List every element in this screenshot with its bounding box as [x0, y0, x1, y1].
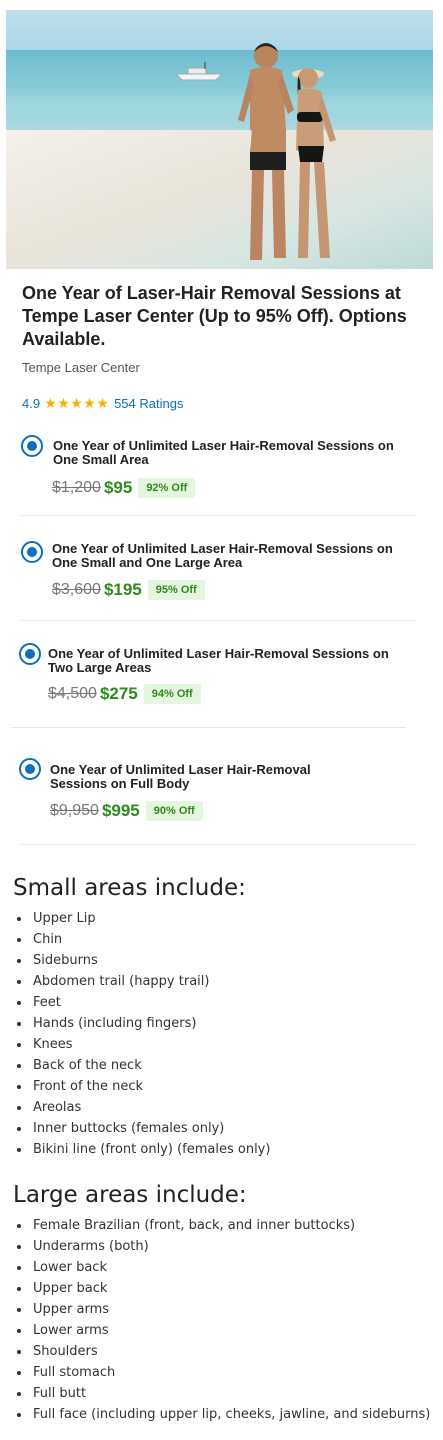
discount-badge: 95% Off: [147, 580, 205, 600]
deal-image: [6, 10, 433, 269]
deal-title: One Year of Laser-Hair Removal Sessions …: [22, 283, 407, 349]
list-item: Knees: [14, 1034, 270, 1055]
list-item: Front of the neck: [14, 1076, 270, 1097]
list-item: Back of the neck: [14, 1055, 270, 1076]
option-divider: [21, 844, 416, 845]
list-item: Full butt: [14, 1383, 430, 1404]
star-icon: ★: [70, 395, 83, 411]
option-title: One Year of Unlimited Laser Hair-Removal…: [52, 541, 393, 570]
discount-badge: 94% Off: [143, 684, 201, 704]
option-radio[interactable]: [19, 758, 41, 780]
deal-price: $95: [103, 478, 133, 497]
list-item: Upper Lip: [14, 908, 270, 929]
small-areas-heading: Small areas include:: [13, 875, 246, 901]
option-divider: [11, 727, 406, 728]
rating-stars: ★ ★ ★ ★ ★: [44, 396, 109, 410]
original-price: $1,200: [52, 479, 101, 496]
list-item: Areolas: [14, 1097, 270, 1118]
list-item: Upper back: [14, 1278, 430, 1299]
list-item: Upper arms: [14, 1299, 430, 1320]
star-icon: ★: [44, 395, 57, 411]
option-price-row: $4,500 $275 94% Off: [48, 683, 201, 705]
list-item: Feet: [14, 992, 270, 1013]
large-areas-list: Female Brazilian (front, back, and inner…: [14, 1215, 430, 1425]
list-item: Lower arms: [14, 1320, 430, 1341]
option-title: One Year of Unlimited Laser Hair-Removal…: [53, 438, 394, 467]
merchant-name[interactable]: Tempe Laser Center: [22, 360, 140, 375]
list-item: Full stomach: [14, 1362, 430, 1383]
original-price: $3,600: [52, 581, 101, 598]
option-radio[interactable]: [21, 541, 43, 563]
sand-background: [6, 130, 433, 269]
list-item: Inner buttocks (females only): [14, 1118, 270, 1139]
rating-row[interactable]: 4.9 ★ ★ ★ ★ ★ 554 Ratings: [22, 395, 183, 411]
option-radio[interactable]: [19, 643, 41, 665]
option-divider: [21, 620, 416, 621]
deal-price: $195: [103, 580, 142, 599]
star-icon: ★: [57, 395, 70, 411]
list-item: Full face (including upper lip, cheeks, …: [14, 1404, 430, 1425]
option-radio[interactable]: [21, 435, 43, 457]
option-title: One Year of Unlimited Laser Hair-Removal…: [48, 646, 389, 675]
option-title: One Year of Unlimited Laser Hair-Removal…: [50, 762, 311, 791]
original-price: $9,950: [50, 802, 99, 819]
option-price-row: $3,600 $195 95% Off: [52, 579, 205, 601]
list-item: Underarms (both): [14, 1236, 430, 1257]
small-areas-list: Upper Lip Chin Sideburns Abdomen trail (…: [14, 908, 270, 1160]
option-divider: [21, 515, 416, 516]
large-areas-heading: Large areas include:: [13, 1182, 247, 1208]
couple-figure-icon: [238, 43, 336, 260]
discount-badge: 90% Off: [145, 801, 203, 821]
original-price: $4,500: [48, 685, 97, 702]
boat-icon: [174, 62, 224, 81]
list-item: Abdomen trail (happy trail): [14, 971, 270, 992]
list-item: Chin: [14, 929, 270, 950]
deal-price: $275: [99, 684, 138, 703]
list-item: Bikini line (front only) (females only): [14, 1139, 270, 1160]
star-icon: ★: [83, 395, 96, 411]
star-icon: ★: [96, 395, 109, 411]
rating-score: 4.9: [22, 395, 41, 411]
deal-price: $995: [101, 801, 140, 820]
option-price-row: $1,200 $95 92% Off: [52, 477, 196, 499]
list-item: Hands (including fingers): [14, 1013, 270, 1034]
discount-badge: 92% Off: [138, 478, 196, 498]
list-item: Sideburns: [14, 950, 270, 971]
list-item: Shoulders: [14, 1341, 430, 1362]
list-item: Lower back: [14, 1257, 430, 1278]
list-item: Female Brazilian (front, back, and inner…: [14, 1215, 430, 1236]
option-price-row: $9,950 $995 90% Off: [50, 800, 203, 822]
ratings-count-link[interactable]: 554 Ratings: [114, 396, 183, 411]
